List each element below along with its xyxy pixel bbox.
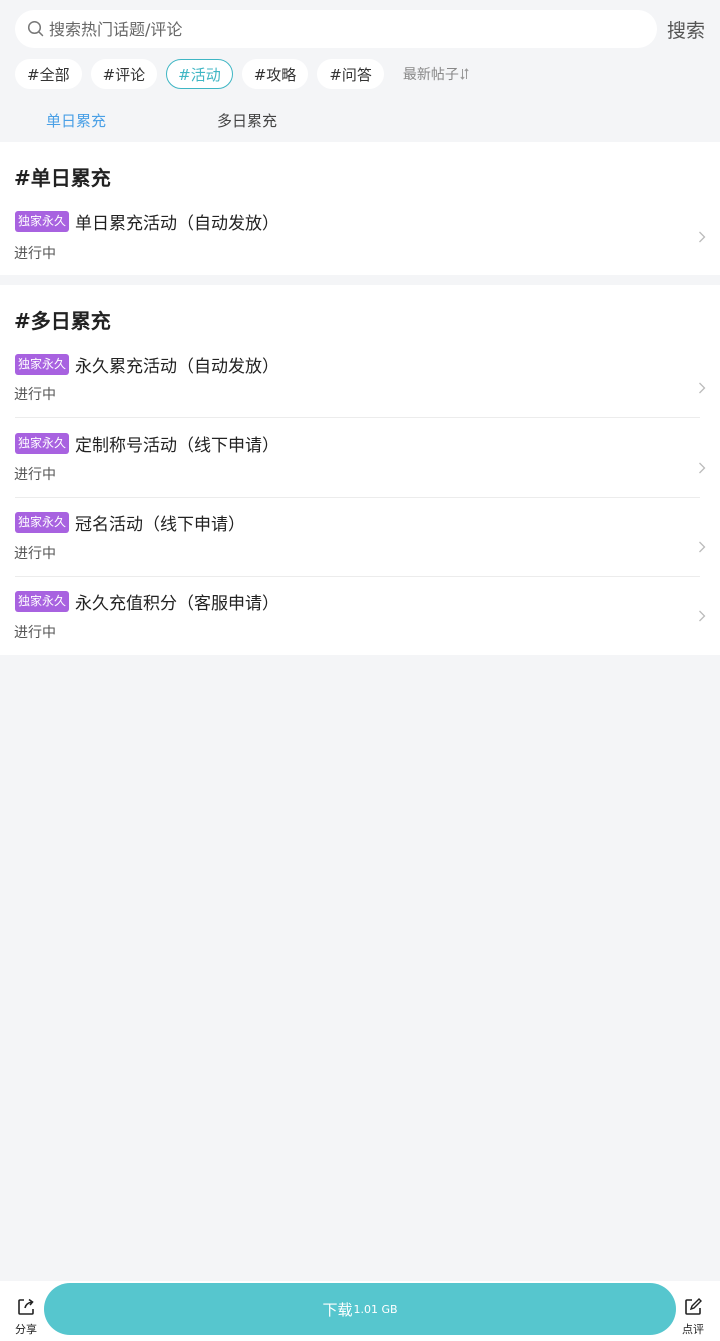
exclusive-badge: 独家永久 [15,591,70,612]
item-status: 进行中 [14,467,56,483]
list-item[interactable]: 独家永久 定制称号活动（线下申请） 进行中 [0,418,720,497]
review-label: 点评 [682,1323,704,1336]
exclusive-badge: 独家永久 [15,211,70,232]
exclusive-badge: 独家永久 [15,433,70,454]
chip-guides[interactable]: #攻略 [241,59,309,89]
search-row: 搜索 [0,0,720,56]
list-item[interactable]: 独家永久 永久充值积分（客服申请） 进行中 [0,577,720,655]
section-title: #单日累充 [14,166,111,190]
exclusive-badge: 独家永久 [15,512,70,533]
download-size: 1.01 GB [353,1302,398,1316]
review-button[interactable]: 点评 [678,1297,708,1337]
item-status: 进行中 [14,246,56,262]
item-title: 冠名活动（线下申请） [75,515,246,535]
search-button[interactable]: 搜索 [667,16,705,43]
share-label: 分享 [15,1323,37,1336]
chip-all[interactable]: #全部 [15,59,82,89]
chevron-right-icon [699,382,706,394]
sort-label: 最新帖子 [402,67,459,83]
tab-single-day[interactable]: 单日累充 [46,110,106,131]
chip-reviews[interactable]: #评论 [90,59,158,89]
item-status: 进行中 [14,387,56,403]
download-button[interactable]: 下载 1.01 GB [44,1283,676,1335]
item-title: 定制称号活动（线下申请） [75,436,280,456]
filter-chips: #全部 #评论 #活动 #攻略 #问答 最新帖子 [15,59,469,89]
chevron-right-icon [699,541,706,553]
search-icon [27,20,44,37]
share-button[interactable]: 分享 [11,1297,41,1337]
section-title: #多日累充 [14,309,111,333]
search-box[interactable] [15,10,657,48]
exclusive-badge: 独家永久 [15,354,70,375]
list-item[interactable]: 独家永久 单日累充活动（自动发放） 进行中 [0,204,720,275]
section-multi-day: #多日累充 独家永久 永久累充活动（自动发放） 进行中 独家永久 定制称号活动（… [0,285,720,655]
item-title: 永久累充活动（自动发放） [75,357,280,377]
bottom-bar: 分享 下载 1.01 GB 点评 [0,1281,720,1341]
item-title: 单日累充活动（自动发放） [75,214,280,234]
chevron-right-icon [699,231,706,243]
search-input[interactable] [49,19,657,39]
share-icon [18,1298,34,1315]
sort-arrows-icon [460,68,469,80]
section-single-day: #单日累充 独家永久 单日累充活动（自动发放） 进行中 [0,142,720,275]
download-label: 下载 [322,1300,353,1319]
page: 搜索 #全部 #评论 #活动 #攻略 #问答 最新帖子 单日累充 多日累充 #单… [0,0,720,1341]
item-status: 进行中 [14,625,56,641]
chevron-right-icon [699,462,706,474]
sub-tabs: 单日累充 多日累充 [0,106,720,136]
edit-icon [685,1298,702,1315]
item-status: 进行中 [14,546,56,562]
list-item[interactable]: 独家永久 冠名活动（线下申请） 进行中 [0,498,720,576]
item-title: 永久充值积分（客服申请） [75,594,280,614]
chevron-right-icon [699,610,706,622]
chip-events[interactable]: #活动 [166,59,233,89]
tab-multi-day[interactable]: 多日累充 [217,110,277,131]
chip-qa[interactable]: #问答 [317,59,384,89]
sort-toggle[interactable]: 最新帖子 [403,64,469,84]
list-item[interactable]: 独家永久 永久累充活动（自动发放） 进行中 [0,347,720,417]
